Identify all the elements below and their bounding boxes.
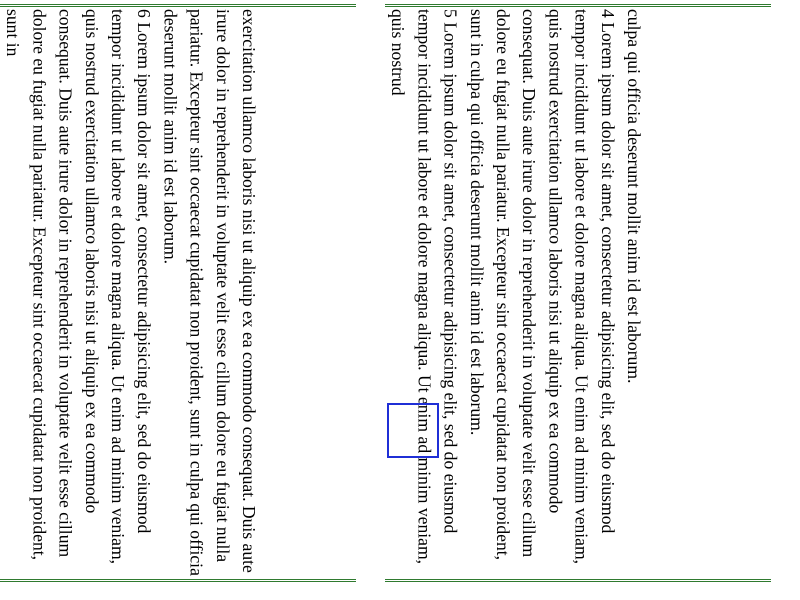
text-column-right: culpa qui officia deserunt mollit anim i… (385, 4, 771, 582)
paragraph-continuation: exercitation ullamco laboris nisi ut ali… (160, 9, 260, 576)
paragraph-5: 5 Lorem ipsum dolor sit amet, consectetu… (388, 9, 461, 565)
vertical-text-flow-right[interactable]: culpa qui officia deserunt mollit anim i… (385, 7, 651, 579)
text-column-left: exercitation ullamco laboris nisi ut ali… (0, 4, 356, 582)
vertical-text-flow-left[interactable]: exercitation ullamco laboris nisi ut ali… (0, 7, 268, 579)
paragraph-6: 6 Lorem ipsum dolor sit amet, consectetu… (3, 9, 155, 565)
paragraph-continuation: culpa qui officia deserunt mollit anim i… (624, 9, 645, 384)
paragraph-4: 4 Lorem ipsum dolor sit amet, consectetu… (466, 9, 618, 565)
